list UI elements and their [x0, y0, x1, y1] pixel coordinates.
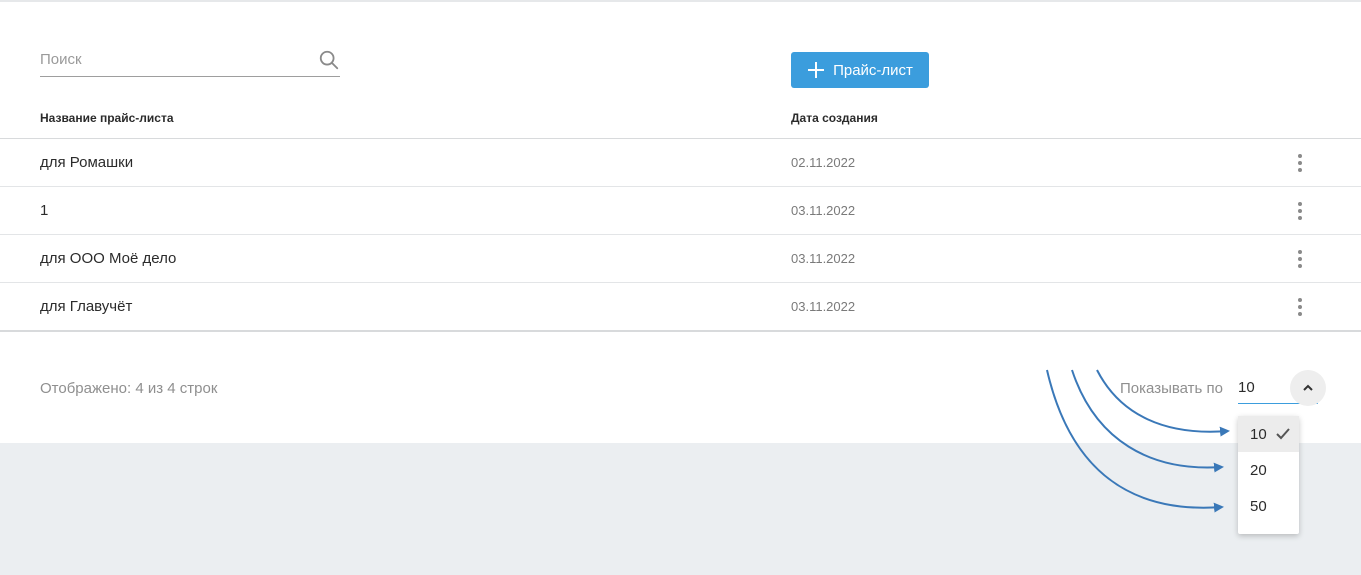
per-page-value: 10: [1238, 379, 1255, 396]
search-input[interactable]: [40, 47, 310, 71]
table-row[interactable]: для Ромашки 02.11.2022: [0, 139, 1361, 187]
per-page-label: Показывать по: [1120, 380, 1223, 397]
search-box[interactable]: [40, 47, 340, 77]
per-page-dropdown: 10 20 50: [1238, 416, 1299, 534]
table-bottom-divider: [0, 330, 1361, 332]
column-header-name[interactable]: Название прайс-листа: [40, 111, 174, 125]
per-page-option-10[interactable]: 10: [1238, 416, 1299, 452]
check-icon: [1276, 428, 1290, 440]
table-row[interactable]: 1 03.11.2022: [0, 187, 1361, 235]
add-price-list-button[interactable]: Прайс-лист: [791, 52, 929, 88]
table-row[interactable]: для ООО Моё дело 03.11.2022: [0, 235, 1361, 283]
more-options-icon[interactable]: [1288, 151, 1312, 175]
row-name: для ООО Моё дело: [40, 250, 177, 267]
more-options-icon[interactable]: [1288, 295, 1312, 319]
row-name: для Ромашки: [40, 154, 134, 171]
more-options-icon[interactable]: [1288, 247, 1312, 271]
add-price-list-label: Прайс-лист: [833, 61, 913, 79]
row-date: 03.11.2022: [791, 251, 856, 266]
row-name: для Главучёт: [40, 298, 133, 315]
search-icon[interactable]: [318, 49, 340, 71]
chevron-up-icon: [1303, 384, 1313, 391]
dropdown-toggle-button[interactable]: [1290, 370, 1326, 406]
row-date: 02.11.2022: [791, 155, 856, 170]
column-header-date[interactable]: Дата создания: [791, 111, 878, 125]
more-options-icon[interactable]: [1288, 199, 1312, 223]
rows-shown-status: Отображено: 4 из 4 строк: [40, 380, 218, 397]
per-page-option-20[interactable]: 20: [1238, 452, 1299, 488]
price-list-panel: Прайс-лист Название прайс-листа Дата соз…: [0, 0, 1361, 443]
row-date: 03.11.2022: [791, 203, 856, 218]
plus-icon: [808, 62, 825, 78]
row-date: 03.11.2022: [791, 299, 856, 314]
table-row[interactable]: для Главучёт 03.11.2022: [0, 283, 1361, 331]
row-name: 1: [40, 202, 49, 219]
per-page-option-50[interactable]: 50: [1238, 488, 1299, 524]
